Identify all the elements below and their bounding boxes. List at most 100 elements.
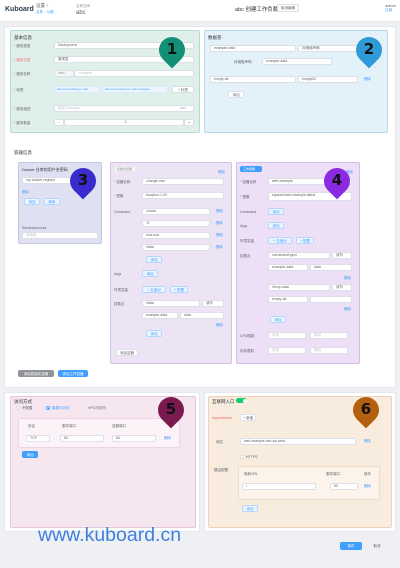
route-path-input[interactable]: / [242,483,316,490]
init-mount-path-input[interactable]: /data [142,300,200,307]
add-docker-secret-button[interactable]: 添加 [24,198,40,205]
containers-title: 容器信息 [14,150,32,155]
volume2-delete-link[interactable]: 删除 [364,77,371,82]
init-command-item-3[interactable]: /data [142,244,210,251]
init-command-item-2[interactable]: root:root [142,232,210,239]
init-mount-delete-link[interactable]: 删除 [216,323,223,328]
access-vpc-label[interactable]: VPC内访问 [88,406,106,411]
init-command-item-1[interactable]: -R [142,220,210,227]
add-port-button[interactable]: 添加 [22,451,38,458]
add-label-button[interactable]: + 标签 [172,86,194,93]
init-command-delete-3[interactable]: 删除 [216,245,223,250]
access-none-label[interactable]: 不配置 [22,406,33,411]
https-checkbox[interactable] [240,455,244,459]
init-container-delete-link[interactable]: 删除 [218,170,225,175]
init-mount-subpath-input[interactable]: data [180,312,224,319]
breadcrumb-name[interactable]: 名称 [36,10,43,14]
route-delete-link[interactable]: 删除 [364,484,371,489]
work-mount1-delete-link[interactable]: 删除 [344,276,351,281]
logout-link[interactable]: 注销 [385,8,396,13]
add-volume-button[interactable]: 添加 [228,91,244,98]
init-mount-mode-select[interactable]: 读写 [202,300,224,307]
work-mount2-mode-select[interactable]: 读写 [332,284,352,291]
init-container-image-input[interactable]: busybox:1.29 [142,192,224,199]
init-env-add-var-button[interactable]: + 名值对 [142,286,166,293]
label-tag-name[interactable]: k8s.eip.work/name: web-example [102,86,168,93]
route-header-port: 服务端口 [326,472,340,476]
access-vpc-radio[interactable] [82,406,86,410]
init-mount-volume-select[interactable]: example-data [142,312,178,319]
init-env-add-ref-button[interactable]: + 配置 [170,286,188,293]
work-mount1-mode-select[interactable]: 读写 [332,252,352,259]
memory-request-input[interactable]: 请求 [268,347,306,354]
work-mount2-volume-select[interactable]: empty-dir [268,296,308,303]
user-menu[interactable]: admin 注销 [385,3,396,13]
refresh-docker-secret-button[interactable]: 刷新 [44,198,60,205]
work-mount1-path-input[interactable]: /usr/share/nginx [268,252,330,259]
domain-input[interactable]: web-example.abc.zip.work [240,438,356,445]
add-domain-button[interactable]: + 新增 [240,414,256,421]
replicas-increment-button[interactable]: + [184,119,194,126]
volume1-type-select[interactable]: 存储卷声明 [298,45,358,52]
work-mount2-delete-link[interactable]: 删除 [344,307,351,312]
https-label[interactable]: HTTPS [246,455,257,459]
volume2-name-input[interactable]: empty-dir [210,76,296,83]
volume2-type-select[interactable]: emptyDir [298,76,358,83]
service-name-input[interactable]: example [74,70,194,77]
label-tag-layer[interactable]: k8s.eip.work/layer: web [54,86,100,93]
init-mount-add-button[interactable]: 添加 [146,330,162,337]
breadcrumb-function[interactable]: 功能 [47,10,54,14]
namespace-value[interactable]: abc [76,10,86,16]
access-cluster-radio[interactable] [46,406,50,410]
kuboard-logo[interactable]: Kuboard [5,6,34,13]
breadcrumb-settings[interactable]: 设置 [36,3,45,8]
volume1-pvc-select[interactable]: example-data [262,58,332,65]
service-account-select[interactable]: 请选择 [22,232,98,239]
cancel-button[interactable]: 取消 [366,542,388,550]
volume1-name-input[interactable]: example-data [210,45,296,52]
port-service-input[interactable]: 80 [60,435,104,442]
save-button[interactable]: 保存 [340,542,362,550]
work-env-add-ref-button[interactable]: + 配置 [296,237,314,244]
cancel-edit-button[interactable]: 取消编辑 [277,4,299,12]
port-protocol-select[interactable]: TCP [26,435,50,442]
work-mount1-subpath-input[interactable]: data [310,264,352,271]
init-command-add-button[interactable]: 添加 [146,256,162,263]
port-container-input[interactable]: 80 [112,435,156,442]
init-command-delete-1[interactable]: 删除 [216,221,223,226]
init-command-delete-0[interactable]: 删除 [216,209,223,214]
replicas-decrement-button[interactable]: − [54,119,64,126]
init-command-item-0[interactable]: chown [142,208,210,215]
labels-label: * 标签 [14,88,24,92]
ingress-toggle[interactable] [236,398,247,403]
work-mount2-subpath-input[interactable] [310,296,352,303]
add-work-container-button[interactable]: 添加工作容器 [58,370,88,377]
add-init-container-button[interactable]: 添加初始化容器 [18,370,54,377]
top-bar: Kuboard 设置 ▾ 名称 › 功能 名称空间 abc abc 创建工作负载… [0,0,400,22]
work-args-add-button[interactable]: 添加 [268,222,284,229]
cpu-request-input[interactable]: 请求 [268,332,306,339]
work-mount1-volume-select[interactable]: example-data [268,264,308,271]
domain-delete-link[interactable]: 删除 [364,439,371,444]
docker-secret-delete-link[interactable]: 删除 [22,190,29,195]
cpu-limit-input[interactable]: 限制 [310,332,348,339]
work-mount-add-button[interactable]: 添加 [270,316,286,323]
replicas-input[interactable]: 1 [64,119,184,126]
init-command-delete-2[interactable]: 删除 [216,233,223,238]
add-route-button[interactable]: 添加 [242,505,258,512]
work-command-add-button[interactable]: 添加 [268,208,284,215]
work-env-add-var-button[interactable]: + 名值对 [268,237,292,244]
init-args-add-button[interactable]: 添加 [142,270,158,277]
service-desc-input[interactable]: 描述 Example [54,105,194,112]
work-mount2-path-input[interactable]: /temp-data [268,284,330,291]
service-type-label: * 服务类型 [14,44,31,48]
memory-limit-input[interactable]: 限制 [310,347,348,354]
access-cluster-label[interactable]: 集群内访问 [52,406,70,411]
route-port-select[interactable]: 80 [330,483,358,490]
init-container-name-input[interactable]: change-own [142,178,224,185]
add-container-button[interactable]: 添加容器 [116,349,138,356]
docker-secret-input[interactable]: my-docker-registry [22,177,74,184]
access-none-radio[interactable] [16,406,20,410]
port-delete-link[interactable]: 删除 [164,436,171,441]
pin-number-4: 4 [331,171,343,189]
